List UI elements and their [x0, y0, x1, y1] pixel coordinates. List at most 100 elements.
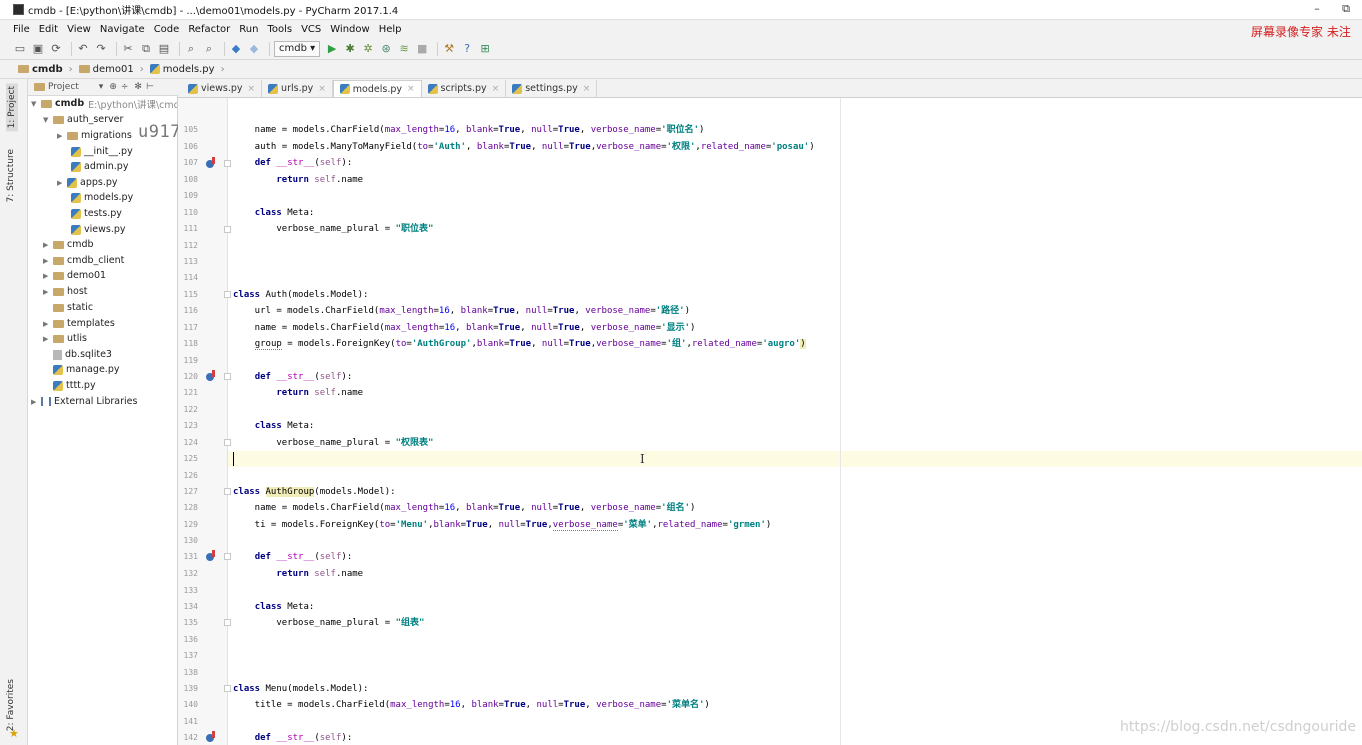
settings-icon[interactable]: ⚒	[442, 42, 456, 56]
tab-views[interactable]: views.py ×	[182, 80, 263, 97]
find-icon[interactable]: ⌕	[184, 42, 198, 56]
close-icon[interactable]: ×	[248, 84, 256, 94]
menu-refactor[interactable]: Refactor	[188, 24, 230, 35]
menu-file[interactable]: File	[13, 24, 30, 35]
coverage-icon[interactable]: ✲	[361, 42, 375, 56]
paste-icon[interactable]: ▤	[157, 42, 171, 56]
chevron-right-icon[interactable]: ▶	[31, 398, 41, 406]
tree-item-utlis[interactable]: ▶ utlis	[43, 331, 87, 346]
fold-marker-icon[interactable]	[224, 553, 231, 560]
terminal-icon[interactable]: ⊞	[478, 42, 492, 56]
tree-item-tttt[interactable]: tttt.py	[53, 378, 96, 393]
fold-marker-icon[interactable]	[224, 488, 231, 495]
save-icon[interactable]: ▣	[31, 42, 45, 56]
tab-scripts[interactable]: scripts.py ×	[422, 80, 507, 97]
tree-item-host[interactable]: ▶ host	[43, 284, 88, 299]
menu-code[interactable]: Code	[154, 24, 180, 35]
undo-icon[interactable]: ↶	[76, 42, 90, 56]
tree-item-demo01[interactable]: ▶ demo01	[43, 268, 106, 283]
menu-run[interactable]: Run	[239, 24, 258, 35]
tree-item-external-libraries[interactable]: ▶ External Libraries	[31, 394, 137, 409]
tree-item-cmdb[interactable]: ▶ cmdb	[43, 237, 94, 252]
tab-models[interactable]: models.py ×	[332, 80, 422, 97]
tree-item-migrations[interactable]: ▶ migrations	[57, 128, 132, 143]
fold-marker-icon[interactable]	[224, 291, 231, 298]
copy-icon[interactable]: ⧉	[139, 42, 153, 56]
tree-item-db-sqlite3[interactable]: db.sqlite3	[53, 347, 112, 362]
chevron-down-icon[interactable]: ▼	[31, 100, 41, 108]
tree-item-models[interactable]: models.py	[71, 190, 133, 205]
close-icon[interactable]: ×	[407, 84, 415, 94]
close-icon[interactable]: ×	[318, 84, 326, 94]
menu-tools[interactable]: Tools	[267, 24, 292, 35]
menu-vcs[interactable]: VCS	[301, 24, 321, 35]
gear-icon[interactable]: ✻	[134, 82, 142, 92]
breadcrumb-item-demo01[interactable]: demo01	[78, 64, 134, 75]
line-number: 141	[183, 717, 198, 726]
chevron-right-icon[interactable]: ▶	[43, 241, 53, 249]
code-editor[interactable]	[228, 98, 1362, 745]
tab-structure[interactable]: 7: Structure	[6, 149, 16, 203]
chevron-right-icon[interactable]: ▶	[57, 132, 67, 140]
tab-project[interactable]: 1: Project	[6, 83, 18, 132]
cut-icon[interactable]: ✂	[121, 42, 135, 56]
tree-item-auth-server[interactable]: ▼ auth_server	[43, 112, 123, 127]
debug-icon[interactable]: ✱	[343, 42, 357, 56]
close-icon[interactable]: ×	[583, 84, 591, 94]
tree-item-admin[interactable]: admin.py	[71, 159, 128, 174]
hide-icon[interactable]: ⊢	[146, 82, 154, 92]
fold-marker-icon[interactable]	[224, 226, 231, 233]
tree-item-templates[interactable]: ▶ templates	[43, 316, 115, 331]
menu-help[interactable]: Help	[379, 24, 402, 35]
chevron-right-icon[interactable]: ▶	[43, 335, 53, 343]
tree-item-cmdb-client[interactable]: ▶ cmdb_client	[43, 253, 124, 268]
tree-item-cmdb-root[interactable]: ▼ cmdb E:\python\讲课\cmdb	[31, 96, 177, 111]
run-icon[interactable]: ▶	[325, 42, 339, 56]
code-line: group = models.ForeignKey(to='AuthGroup'…	[254, 339, 806, 350]
breadcrumb-item-models[interactable]: models.py	[149, 64, 215, 75]
folder-icon[interactable]: ▭	[13, 42, 27, 56]
menu-navigate[interactable]: Navigate	[100, 24, 145, 35]
collapse-icon[interactable]: ÷	[121, 82, 129, 92]
profile-icon[interactable]: ⊛	[379, 42, 393, 56]
menu-edit[interactable]: Edit	[39, 24, 58, 35]
forward-icon[interactable]: ◆	[247, 42, 261, 56]
fold-marker-icon[interactable]	[224, 439, 231, 446]
sync-icon[interactable]: ⟳	[49, 42, 63, 56]
dropdown-icon[interactable]: ▾	[99, 82, 104, 92]
chevron-right-icon[interactable]: ▶	[57, 179, 67, 187]
close-icon[interactable]: ×	[492, 84, 500, 94]
replace-icon[interactable]: ⌕	[202, 42, 216, 56]
tab-urls[interactable]: urls.py ×	[262, 80, 333, 97]
breadcrumb-item-cmdb[interactable]: cmdb	[18, 64, 63, 75]
chevron-right-icon[interactable]: ▶	[43, 320, 53, 328]
run-config-select[interactable]: cmdb ▾	[274, 40, 321, 57]
tab-settings[interactable]: settings.py ×	[506, 80, 598, 97]
chevron-right-icon[interactable]: ▶	[43, 288, 53, 296]
tree-item-manage[interactable]: manage.py	[53, 362, 119, 377]
redo-icon[interactable]: ↷	[94, 42, 108, 56]
stop-icon[interactable]: ■	[415, 42, 429, 56]
sync-icon[interactable]: ⊕	[109, 82, 117, 92]
minimize-button[interactable]: –	[1309, 2, 1325, 16]
restore-button[interactable]: ⧉	[1338, 2, 1354, 16]
help-icon[interactable]: ?	[460, 42, 474, 56]
fold-marker-icon[interactable]	[224, 373, 231, 380]
project-view-label[interactable]: Project	[48, 82, 79, 92]
tree-item-tests[interactable]: tests.py	[71, 206, 122, 221]
back-icon[interactable]: ◆	[229, 42, 243, 56]
tree-item-static[interactable]: static	[53, 300, 93, 315]
chevron-right-icon[interactable]: ▶	[43, 257, 53, 265]
tree-item-init[interactable]: __init__.py	[71, 144, 133, 159]
menu-view[interactable]: View	[67, 24, 91, 35]
tree-item-apps[interactable]: ▶ apps.py	[57, 175, 118, 190]
menu-window[interactable]: Window	[330, 24, 369, 35]
attach-icon[interactable]: ≋	[397, 42, 411, 56]
chevron-down-icon[interactable]: ▼	[43, 116, 53, 124]
fold-marker-icon[interactable]	[224, 619, 231, 626]
chevron-right-icon[interactable]: ▶	[43, 272, 53, 280]
tab-favorites[interactable]: 2: Favorites	[6, 679, 16, 731]
tree-item-views[interactable]: views.py	[71, 222, 126, 237]
fold-marker-icon[interactable]	[224, 160, 231, 167]
fold-marker-icon[interactable]	[224, 685, 231, 692]
